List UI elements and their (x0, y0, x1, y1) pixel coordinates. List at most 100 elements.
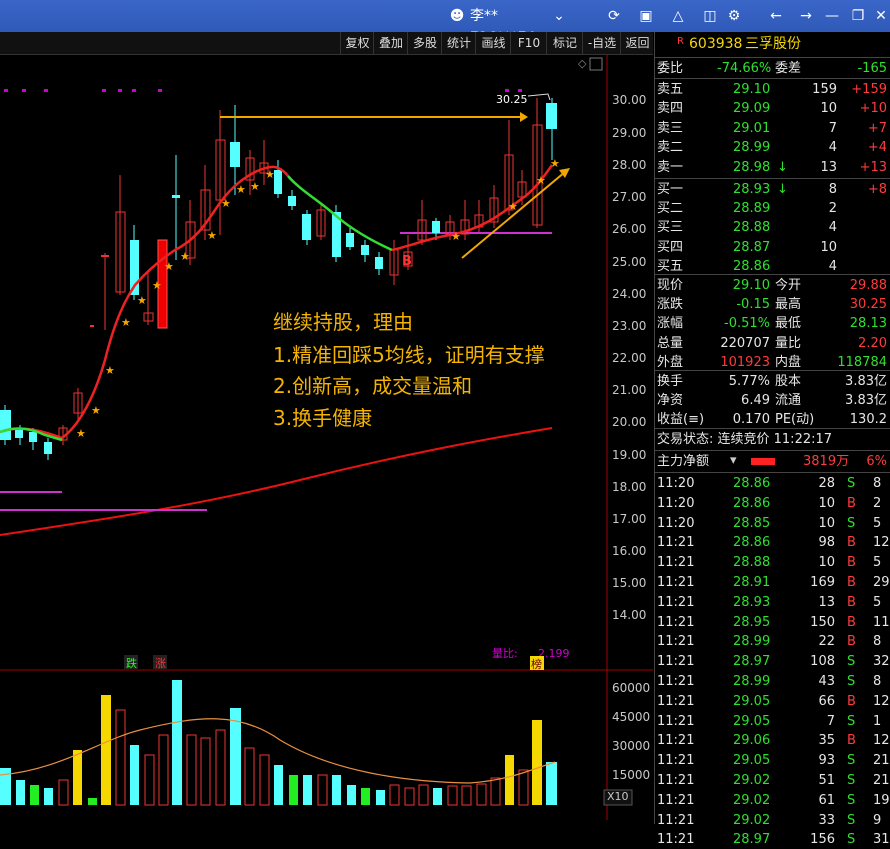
quote-panel: R 603938 三孚股份 委比 -74.66% 委差 -165 卖五 29.1… (654, 32, 890, 847)
chart-toolbar: 复权 叠加 多股 统计 画线 F10 标记 -自选 返回 (0, 32, 653, 55)
toolbar-mark[interactable]: 标记 (546, 32, 583, 54)
tick-row: 11:21 28.93 13 B 5 (657, 594, 882, 610)
tick-row: 11:21 29.02 51 S 21 (657, 773, 890, 788)
stock-name: 三孚股份 (745, 36, 801, 52)
annotation-line: 1.精准回踩5均线，证明有支撑 (273, 343, 545, 367)
svg-text:★: ★ (105, 364, 115, 377)
back-icon[interactable]: ← (766, 5, 786, 27)
order-row[interactable]: 卖一 28.98 ↓ 13 +13 (655, 158, 890, 177)
tick-row: 11:21 29.02 61 S 19 (657, 792, 890, 808)
toolbar-multi-stock[interactable]: 多股 (407, 32, 442, 54)
tag-zhang: 涨 (155, 657, 166, 670)
title-bar: ☻ 李** 726***74 ⌄ ⟳ ▣ △ ◫ ⚙ ← → — ❐ ✕ (0, 0, 890, 46)
svg-text:★: ★ (236, 183, 246, 196)
volume-bars (0, 680, 557, 806)
expand-icon[interactable] (589, 57, 603, 71)
toolbar-back[interactable]: 返回 (620, 32, 654, 54)
r-badge: R (677, 36, 684, 47)
close-icon[interactable]: ✕ (872, 5, 890, 27)
annotation-line: 继续持股，理由 (273, 310, 413, 334)
quote-row: 外盘 101923 内盘 118784 (657, 354, 887, 370)
user-icon[interactable]: ☻ (448, 5, 466, 27)
stats-row: 收益(≡) 0.170 PE(动) 130.2 (657, 412, 887, 427)
tick-row: 11:20 28.85 10 S 5 (657, 515, 882, 531)
price-tick: 22.00 (612, 351, 647, 365)
svg-text:★: ★ (121, 316, 131, 329)
volume-tick: 45000 (612, 710, 651, 724)
down-arrow-icon: ↓ (777, 182, 788, 197)
svg-text:★: ★ (550, 157, 560, 170)
diamond-icon: ◇ (578, 57, 587, 70)
order-row[interactable]: 卖五 29.10 159 +159 (655, 80, 890, 99)
tick-row: 11:21 29.05 66 B 12 (657, 693, 890, 709)
volume-tick: 15000 (612, 768, 651, 782)
volume-tick: 30000 (612, 739, 651, 753)
svg-text:★: ★ (207, 229, 217, 242)
svg-text:★: ★ (265, 168, 275, 181)
order-row[interactable]: 买一 28.93 ↓ 8 +8 (655, 180, 890, 199)
order-row[interactable]: 卖三 29.01 7 +7 (655, 119, 890, 138)
order-row[interactable]: 买四 28.87 10 (655, 238, 890, 257)
message-icon[interactable]: ◫ (700, 5, 720, 27)
toolbar-draw-line[interactable]: 画线 (475, 32, 511, 54)
price-tick: 20.00 (612, 415, 647, 429)
toolbar-overlay[interactable]: 叠加 (373, 32, 408, 54)
forward-icon[interactable]: → (796, 5, 816, 27)
order-row[interactable]: 买三 28.88 4 (655, 218, 890, 237)
order-ratio-row: 委比 -74.66% 委差 -165 (657, 61, 887, 76)
minimize-icon[interactable]: — (822, 5, 842, 27)
quote-row: 涨跌 -0.15 最高 30.25 (657, 297, 887, 313)
price-tick: 24.00 (612, 287, 647, 301)
svg-text:★: ★ (137, 294, 147, 307)
chevron-down-icon[interactable]: ⌄ (552, 5, 566, 27)
order-row[interactable]: 卖二 28.99 4 +4 (655, 138, 890, 157)
refresh-icon[interactable]: ⟳ (604, 5, 624, 27)
toolbar-statistics[interactable]: 统计 (441, 32, 476, 54)
volume-unit: X10 (607, 790, 629, 803)
tick-row: 11:21 28.97 108 S 32 (657, 654, 890, 670)
tick-row: 11:21 28.99 22 B 8 (657, 634, 882, 650)
quote-row: 总量 220707 量比 2.20 (657, 335, 887, 351)
price-tick: 23.00 (612, 319, 647, 333)
tick-row: 11:21 28.86 98 B 12 (657, 535, 890, 551)
annotation-line: 3.换手健康 (273, 406, 373, 430)
trade-status: 交易状态: 连续竞价 11:22:17 (657, 432, 833, 447)
restore-icon[interactable]: ❐ (848, 5, 868, 27)
user-account[interactable]: 李** 726***74 (470, 5, 560, 46)
volume-tick: 60000 (612, 681, 651, 695)
svg-text:★: ★ (164, 260, 174, 273)
screenshot-icon[interactable]: ▣ (636, 5, 656, 27)
peak-pointer (527, 93, 551, 101)
price-tick: 25.00 (612, 255, 647, 269)
order-row[interactable]: 买二 28.89 2 (655, 199, 890, 218)
flow-bar (751, 458, 775, 465)
annotation-line: 2.创新高，成交量温和 (273, 374, 473, 398)
stats-row: 净资 6.49 流通 3.83亿 (657, 393, 887, 408)
order-row[interactable]: 买五 28.86 4 (655, 257, 890, 276)
settings-icon[interactable]: ⚙ (724, 5, 744, 27)
svg-text:★: ★ (451, 230, 461, 243)
quote-row: 现价 29.10 今开 29.88 (657, 278, 887, 293)
price-tick: 21.00 (612, 383, 647, 397)
tick-row: 11:20 28.86 28 S 8 (657, 476, 882, 491)
kline-chart[interactable]: ◇ ★★★ ★★★ ★★★ ★★ ★ ★★★ ★★ 30.25 B 跌 涨 量比… (0, 55, 653, 824)
svg-text:★: ★ (152, 279, 162, 292)
tick-row: 11:21 29.06 35 B 12 (657, 733, 890, 749)
flow-menu-icon: ▾ (730, 453, 737, 468)
shirt-icon[interactable]: △ (668, 5, 688, 27)
toolbar-restore-right[interactable]: 复权 (340, 32, 374, 54)
stock-code: 603938 (689, 36, 743, 52)
toolbar-f10[interactable]: F10 (510, 32, 547, 54)
price-tick: 26.00 (612, 222, 647, 236)
price-tick: 15.00 (612, 576, 647, 590)
price-tick: 30.00 (612, 93, 647, 107)
svg-text:★: ★ (536, 174, 546, 187)
price-tick: 28.00 (612, 158, 647, 172)
svg-text:★: ★ (76, 427, 86, 440)
toolbar-watchlist[interactable]: -自选 (582, 32, 621, 54)
vol-ratio-label: 量比: (492, 647, 518, 660)
tag-bang: 榜 (531, 657, 542, 671)
order-row[interactable]: 卖四 29.09 10 +10 (655, 99, 890, 118)
down-arrow-icon: ↓ (777, 159, 788, 175)
tick-row: 11:21 29.05 93 S 21 (657, 753, 890, 769)
